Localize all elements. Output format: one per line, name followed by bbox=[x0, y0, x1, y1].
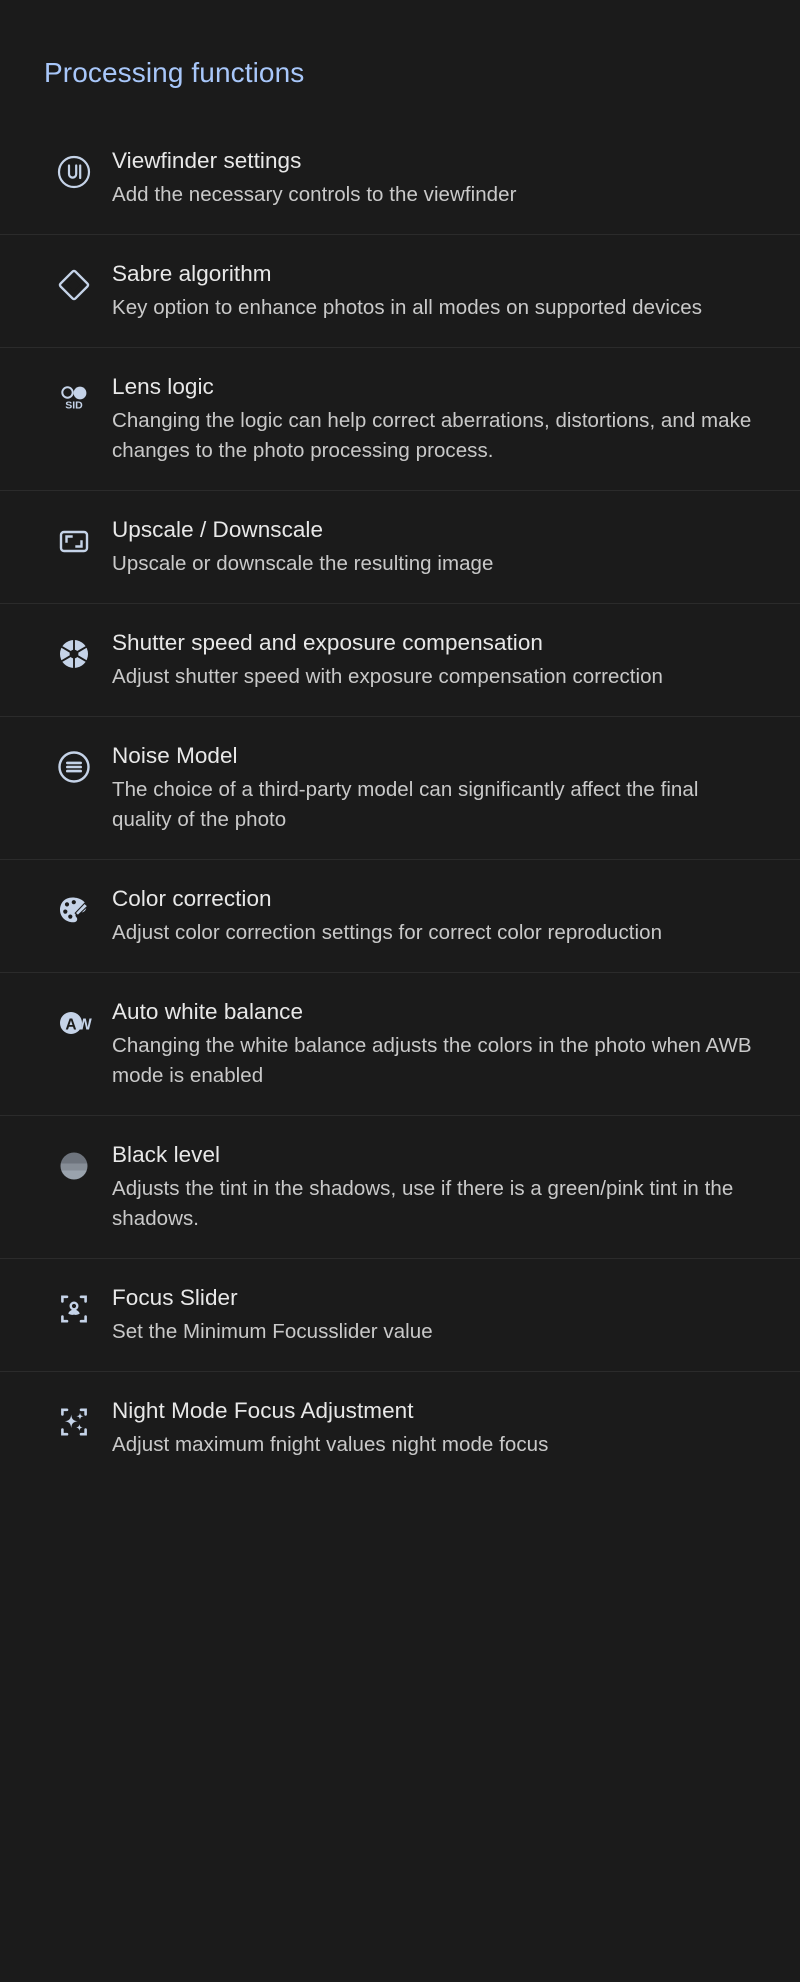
sid-lens-icon: SID bbox=[52, 376, 96, 420]
list-item-icon-cell bbox=[36, 146, 112, 194]
list-item-text-cell: Focus Slider Set the Minimum Focusslider… bbox=[112, 1283, 770, 1347]
list-item-text-cell: Shutter speed and exposure compensation … bbox=[112, 628, 770, 692]
list-item-title: Noise Model bbox=[112, 743, 238, 768]
list-item[interactable]: Shutter speed and exposure compensation … bbox=[0, 603, 800, 716]
list-item-title: Auto white balance bbox=[112, 999, 304, 1024]
resize-frame-icon bbox=[52, 519, 96, 563]
list-item-description: Adjust shutter speed with exposure compe… bbox=[112, 665, 664, 688]
list-item-title: Focus Slider bbox=[112, 1285, 238, 1310]
ui-circle-icon bbox=[52, 150, 96, 194]
list-item-title: Sabre algorithm bbox=[112, 261, 272, 286]
list-item-text-cell: Viewfinder settings Add the necessary co… bbox=[112, 146, 770, 210]
svg-text:SID: SID bbox=[65, 400, 83, 412]
list-item-icon-cell bbox=[36, 1140, 112, 1188]
list-item-icon-cell bbox=[36, 884, 112, 932]
list-item-icon-cell: A W bbox=[36, 997, 112, 1045]
list-item-description: Adjusts the tint in the shadows, use if … bbox=[112, 1177, 734, 1230]
list-item-title: Shutter speed and exposure compensation bbox=[112, 630, 543, 655]
list-item[interactable]: Upscale / Downscale Upscale or downscale… bbox=[0, 490, 800, 603]
svg-text:W: W bbox=[77, 1016, 92, 1033]
list-item[interactable]: Color correction Adjust color correction… bbox=[0, 859, 800, 972]
page-title: Processing functions bbox=[44, 57, 305, 88]
diamond-icon bbox=[52, 263, 96, 307]
list-item-title: Black level bbox=[112, 1142, 221, 1167]
black-level-circle-icon bbox=[52, 1144, 96, 1188]
list-item-title: Night Mode Focus Adjustment bbox=[112, 1398, 414, 1423]
awb-icon: A W bbox=[52, 1001, 96, 1045]
noise-lines-circle-icon bbox=[52, 745, 96, 789]
center-focus-macro-icon bbox=[52, 1287, 96, 1331]
list-item-text-cell: Lens logic Changing the logic can help c… bbox=[112, 372, 770, 466]
list-item-title: Upscale / Downscale bbox=[112, 517, 324, 542]
list-item[interactable]: A W Auto white balance Changing the whit… bbox=[0, 972, 800, 1115]
list-item-text-cell: Black level Adjusts the tint in the shad… bbox=[112, 1140, 770, 1234]
list-item-text-cell: Night Mode Focus Adjustment Adjust maxim… bbox=[112, 1396, 770, 1460]
list-item[interactable]: Night Mode Focus Adjustment Adjust maxim… bbox=[0, 1371, 800, 1484]
list-item-title: Viewfinder settings bbox=[112, 148, 302, 173]
list-item-icon-cell bbox=[36, 741, 112, 789]
list-item-text-cell: Auto white balance Changing the white ba… bbox=[112, 997, 770, 1091]
list-item-text-cell: Sabre algorithm Key option to enhance ph… bbox=[112, 259, 770, 323]
list-item-title: Lens logic bbox=[112, 374, 214, 399]
list-item-description: Set the Minimum Focusslider value bbox=[112, 1320, 433, 1343]
svg-text:A: A bbox=[65, 1016, 76, 1033]
list-item-text-cell: Upscale / Downscale Upscale or downscale… bbox=[112, 515, 770, 579]
list-item-description: Changing the logic can help correct aber… bbox=[112, 409, 752, 462]
list-item-icon-cell bbox=[36, 1396, 112, 1444]
list-item[interactable]: Noise Model The choice of a third-party … bbox=[0, 716, 800, 859]
list-item-description: Adjust color correction settings for cor… bbox=[112, 921, 663, 944]
night-focus-sparkle-icon bbox=[52, 1400, 96, 1444]
list-item[interactable]: Sabre algorithm Key option to enhance ph… bbox=[0, 234, 800, 347]
list-item[interactable]: Viewfinder settings Add the necessary co… bbox=[0, 122, 800, 234]
color-palette-icon bbox=[52, 888, 96, 932]
list-item-icon-cell bbox=[36, 628, 112, 676]
list-item-description: The choice of a third-party model can si… bbox=[112, 778, 699, 831]
list-item-description: Changing the white balance adjusts the c… bbox=[112, 1034, 752, 1087]
list-item-text-cell: Noise Model The choice of a third-party … bbox=[112, 741, 770, 835]
list-item-description: Key option to enhance photos in all mode… bbox=[112, 296, 703, 319]
list-item[interactable]: SID Lens logic Changing the logic can he… bbox=[0, 347, 800, 490]
list-item-icon-cell: SID bbox=[36, 372, 112, 420]
list-item-icon-cell bbox=[36, 515, 112, 563]
list-item-description: Add the necessary controls to the viewfi… bbox=[112, 183, 517, 206]
list-item[interactable]: Focus Slider Set the Minimum Focusslider… bbox=[0, 1258, 800, 1371]
processing-functions-screen: Processing functions Viewfinder settings… bbox=[0, 0, 800, 1982]
processing-functions-list: Viewfinder settings Add the necessary co… bbox=[0, 122, 800, 1484]
list-item-description: Adjust maximum fnight values night mode … bbox=[112, 1433, 549, 1456]
aperture-icon bbox=[52, 632, 96, 676]
list-item-icon-cell bbox=[36, 1283, 112, 1331]
list-item-icon-cell bbox=[36, 259, 112, 307]
list-item-text-cell: Color correction Adjust color correction… bbox=[112, 884, 770, 948]
list-item-title: Color correction bbox=[112, 886, 272, 911]
list-item[interactable]: Black level Adjusts the tint in the shad… bbox=[0, 1115, 800, 1258]
list-item-description: Upscale or downscale the resulting image bbox=[112, 552, 494, 575]
